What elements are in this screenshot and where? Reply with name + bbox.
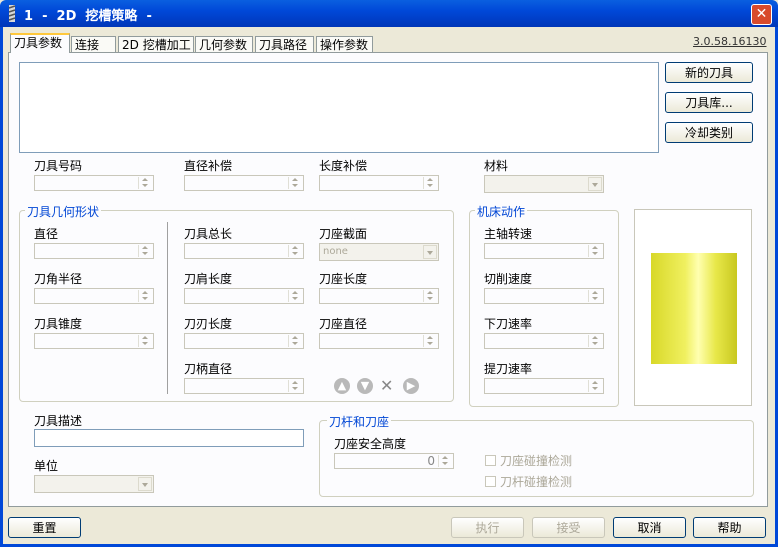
corner-radius-field[interactable] — [34, 288, 154, 304]
plunge-rate-field[interactable] — [484, 333, 604, 349]
spin-arrows-icon[interactable] — [423, 177, 437, 189]
holder-section-select[interactable]: none — [319, 243, 439, 261]
spin-arrows-icon[interactable] — [288, 380, 302, 392]
coolant-button[interactable]: 冷却类别 — [665, 122, 753, 143]
holder-section-label: 刀座截面 — [319, 227, 368, 241]
tab-geometry[interactable]: 几何参数 — [195, 36, 253, 52]
safe-height-field[interactable]: 0 — [334, 453, 454, 469]
overall-length-label: 刀具总长 — [184, 227, 233, 241]
spin-arrows-icon[interactable] — [438, 455, 452, 467]
spin-arrows-icon[interactable] — [138, 177, 152, 189]
description-input[interactable] — [34, 429, 304, 447]
reset-button[interactable]: 重置 — [8, 517, 81, 538]
tab-toolpath[interactable]: 刀具路径 — [255, 36, 314, 52]
spin-arrows-icon[interactable] — [423, 335, 437, 347]
shoulder-length-field[interactable] — [184, 288, 304, 304]
tab-2d-pocket[interactable]: 2D 挖槽加工 — [118, 36, 194, 52]
help-button[interactable]: 帮助 — [693, 517, 766, 538]
diameter-label: 直径 — [34, 227, 59, 241]
safe-height-label: 刀座安全高度 — [334, 437, 407, 451]
cutting-speed-label: 切削速度 — [484, 272, 533, 286]
shank-diameter-field[interactable] — [184, 378, 304, 394]
chevron-down-icon[interactable] — [588, 177, 602, 191]
tab-linking[interactable]: 连接 — [71, 36, 116, 52]
tool-preview — [634, 209, 752, 406]
close-button[interactable]: ✕ — [751, 4, 772, 25]
tool-cylinder-image — [651, 253, 737, 364]
spin-arrows-icon[interactable] — [588, 245, 602, 257]
spin-arrows-icon[interactable] — [138, 245, 152, 257]
diameter-field[interactable] — [34, 243, 154, 259]
tab-tool-params[interactable]: 刀具参数 — [10, 33, 70, 53]
accept-button[interactable]: 接受 — [532, 517, 605, 538]
spindle-speed-field[interactable] — [484, 243, 604, 259]
cancel-button[interactable]: 取消 — [613, 517, 686, 538]
holder-length-field[interactable] — [319, 288, 439, 304]
unit-label: 单位 — [34, 459, 59, 473]
shank-diameter-label: 刀柄直径 — [184, 362, 233, 376]
chevron-down-icon[interactable] — [423, 245, 437, 259]
execute-button[interactable]: 执行 — [451, 517, 524, 538]
diameter-comp-label: 直径补偿 — [184, 159, 233, 173]
delete-icon[interactable]: ✕ — [380, 376, 393, 395]
flute-length-field[interactable] — [184, 333, 304, 349]
chevron-down-icon[interactable] — [138, 477, 152, 491]
arrow-up-icon[interactable]: ▲ — [334, 378, 350, 394]
window-title: 1 - 2D 挖槽策略 - — [24, 9, 152, 24]
overall-length-field[interactable] — [184, 243, 304, 259]
tool-number-label: 刀具号码 — [34, 159, 83, 173]
spin-arrows-icon[interactable] — [288, 245, 302, 257]
description-label: 刀具描述 — [34, 414, 83, 428]
shank-holder-title: 刀杆和刀座 — [327, 413, 392, 430]
diameter-comp-field[interactable] — [184, 175, 304, 191]
corner-radius-label: 刀角半径 — [34, 272, 83, 286]
cutting-speed-field[interactable] — [484, 288, 604, 304]
shank-collision-label: 刀杆碰撞检测 — [500, 475, 573, 489]
taper-label: 刀具锥度 — [34, 317, 83, 331]
tool-geometry-group — [19, 210, 454, 402]
flute-length-label: 刀刃长度 — [184, 317, 233, 331]
spin-arrows-icon[interactable] — [588, 380, 602, 392]
spin-arrows-icon[interactable] — [423, 290, 437, 302]
tool-library-button[interactable]: 刀具库... — [665, 92, 753, 113]
spin-arrows-icon[interactable] — [138, 290, 152, 302]
arrow-right-icon[interactable]: ▶ — [403, 378, 419, 394]
machine-actions-title: 机床动作 — [475, 203, 528, 220]
length-comp-field[interactable] — [319, 175, 439, 191]
shank-collision-checkbox[interactable] — [485, 476, 496, 487]
holder-collision-checkbox[interactable] — [485, 455, 496, 466]
new-tool-button[interactable]: 新的刀具 — [665, 62, 753, 83]
plunge-rate-label: 下刀速率 — [484, 317, 533, 331]
tool-list[interactable] — [19, 62, 659, 153]
tab-operation-params[interactable]: 操作参数 — [316, 36, 373, 52]
shoulder-length-label: 刀肩长度 — [184, 272, 233, 286]
safe-height-value: 0 — [427, 454, 435, 468]
spin-arrows-icon[interactable] — [288, 290, 302, 302]
spin-arrows-icon[interactable] — [138, 335, 152, 347]
unit-select[interactable] — [34, 475, 154, 493]
holder-diameter-label: 刀座直径 — [319, 317, 368, 331]
divider — [167, 222, 168, 394]
tool-number-field[interactable] — [34, 175, 154, 191]
retract-rate-field[interactable] — [484, 378, 604, 394]
spin-arrows-icon[interactable] — [288, 177, 302, 189]
material-label: 材料 — [484, 159, 509, 173]
arrow-down-icon[interactable]: ▼ — [357, 378, 373, 394]
spin-arrows-icon[interactable] — [588, 335, 602, 347]
retract-rate-label: 提刀速率 — [484, 362, 533, 376]
holder-collision-label: 刀座碰撞检测 — [500, 454, 573, 468]
taper-field[interactable] — [34, 333, 154, 349]
material-select[interactable] — [484, 175, 604, 193]
version-label[interactable]: 3.0.58.16130 — [693, 35, 766, 48]
drill-icon — [8, 5, 16, 22]
spindle-speed-label: 主轴转速 — [484, 227, 533, 241]
holder-length-label: 刀座长度 — [319, 272, 368, 286]
holder-diameter-field[interactable] — [319, 333, 439, 349]
tool-geometry-title: 刀具几何形状 — [25, 203, 102, 220]
spin-arrows-icon[interactable] — [588, 290, 602, 302]
length-comp-label: 长度补偿 — [319, 159, 368, 173]
spin-arrows-icon[interactable] — [288, 335, 302, 347]
holder-section-value: none — [323, 246, 348, 257]
